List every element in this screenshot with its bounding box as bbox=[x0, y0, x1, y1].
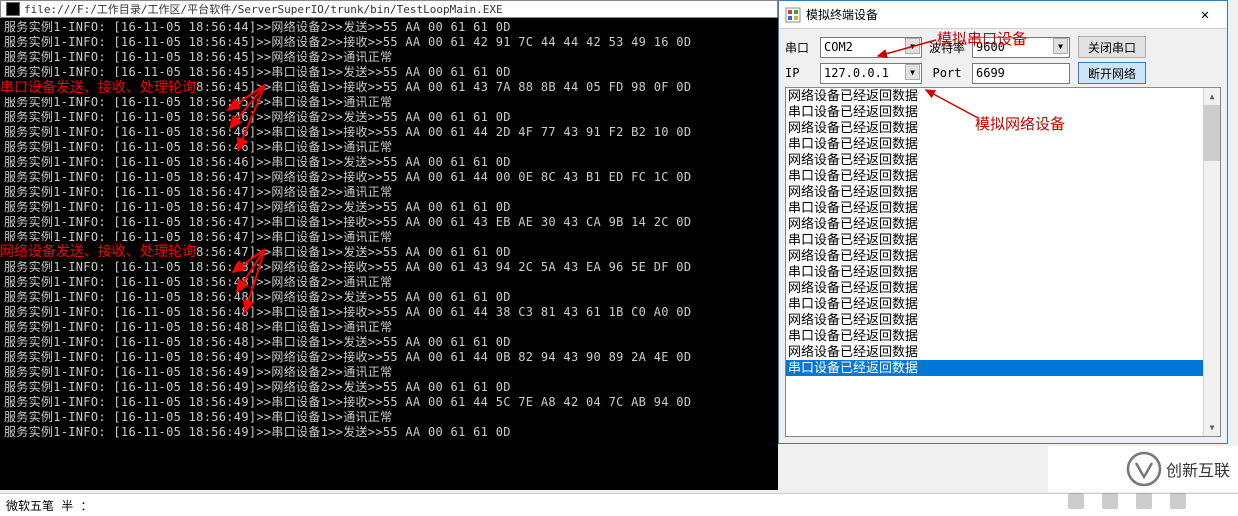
console-line: 服务实例1-INFO: [16-11-05 18:56:49]>>网络设备2>>… bbox=[4, 350, 774, 365]
console-line: 服务实例1-INFO: [16-11-05 18:56:46]>>串口设备1>>… bbox=[4, 140, 774, 155]
tray-icon[interactable] bbox=[1068, 493, 1084, 509]
dialog-titlebar[interactable]: 模拟终端设备 ✕ bbox=[779, 1, 1227, 29]
list-item[interactable]: 串口设备已经返回数据 bbox=[786, 200, 1203, 216]
console-line: 服务实例1-INFO: [16-11-05 18:56:45]>>串口设备1>>… bbox=[4, 95, 774, 110]
scroll-down-icon[interactable]: ▼ bbox=[1204, 419, 1220, 436]
list-item[interactable]: 网络设备已经返回数据 bbox=[786, 248, 1203, 264]
list-item[interactable]: 串口设备已经返回数据 bbox=[786, 264, 1203, 280]
list-item[interactable]: 串口设备已经返回数据 bbox=[786, 168, 1203, 184]
list-item[interactable]: 串口设备已经返回数据 bbox=[786, 328, 1203, 344]
console-line: 服务实例1-INFO: [16-11-05 18:56:45]>>网络设备2>>… bbox=[4, 50, 774, 65]
console-line: 服务实例1-INFO: [16-11-05 18:56:49]>>串口设备1>>… bbox=[4, 425, 774, 440]
tray-icon[interactable] bbox=[1170, 493, 1186, 509]
serial-port-dropdown[interactable] bbox=[820, 37, 922, 58]
console-line: 服务实例1-INFO: [16-11-05 18:56:48]>>串口设备1>>… bbox=[4, 320, 774, 335]
list-content[interactable]: 网络设备已经返回数据串口设备已经返回数据网络设备已经返回数据串口设备已经返回数据… bbox=[786, 88, 1203, 436]
scroll-up-icon[interactable]: ▲ bbox=[1204, 88, 1220, 105]
close-serial-button[interactable]: 关闭串口 bbox=[1078, 36, 1146, 58]
console-titlebar[interactable]: file:///F:/工作目录/工作区/平台软件/ServerSuperIO/t… bbox=[0, 0, 778, 18]
list-item[interactable]: 网络设备已经返回数据 bbox=[786, 184, 1203, 200]
list-item[interactable]: 网络设备已经返回数据 bbox=[786, 312, 1203, 328]
logo-icon bbox=[1126, 451, 1162, 487]
console-line: 服务实例1-INFO: [16-11-05 18:56:49]>>串口设备1>>… bbox=[4, 410, 774, 425]
console-title: file:///F:/工作目录/工作区/平台软件/ServerSuperIO/t… bbox=[24, 1, 503, 17]
exe-icon bbox=[6, 2, 20, 16]
console-line: 服务实例1-INFO: [16-11-05 18:56:46]>>网络设备2>>… bbox=[4, 110, 774, 125]
list-item[interactable]: 串口设备已经返回数据 bbox=[786, 232, 1203, 248]
list-item[interactable]: 网络设备已经返回数据 bbox=[786, 152, 1203, 168]
tray-icon[interactable] bbox=[1102, 493, 1118, 509]
list-item[interactable]: 网络设备已经返回数据 bbox=[786, 88, 1203, 104]
console-line: 服务实例1-INFO: [16-11-05 18:56:45]>>网络设备2>>… bbox=[4, 35, 774, 50]
list-item[interactable]: 串口设备已经返回数据 bbox=[786, 360, 1203, 376]
console-line: 服务实例1-INFO: [16-11-05 18:56:48]>>网络设备2>>… bbox=[4, 290, 774, 305]
console-line: 服务实例1-INFO: [16-11-05 18:56:47]>>网络设备2>>… bbox=[4, 185, 774, 200]
anno-serial-device: 模拟串口设备 bbox=[937, 28, 1027, 49]
console-line: 服务实例1-INFO: [16-11-05 18:56:49]>>网络设备2>>… bbox=[4, 365, 774, 380]
console-line: 服务实例1-INFO: [16-11-05 18:56:46]>>串口设备1>>… bbox=[4, 155, 774, 170]
overlay-network-annotation: 网络设备发送、接收、处理轮询 bbox=[0, 241, 196, 261]
dialog-app-icon bbox=[785, 7, 801, 23]
console-line: 服务实例1-INFO: [16-11-05 18:56:46]>>串口设备1>>… bbox=[4, 125, 774, 140]
list-item[interactable]: 网络设备已经返回数据 bbox=[786, 344, 1203, 360]
scroll-track[interactable] bbox=[1204, 105, 1220, 419]
scroll-thumb[interactable] bbox=[1204, 105, 1220, 161]
console-line: 服务实例1-INFO: [16-11-05 18:56:47]>>网络设备2>>… bbox=[4, 170, 774, 185]
statusbar: 微软五笔 半 ： bbox=[0, 493, 1238, 516]
console-line: 服务实例1-INFO: [16-11-05 18:56:49]>>串口设备1>>… bbox=[4, 395, 774, 410]
console-line: 服务实例1-INFO: [16-11-05 18:56:48]>>网络设备2>>… bbox=[4, 260, 774, 275]
overlay-serial-annotation: 串口设备发送、接收、处理轮询 bbox=[0, 77, 196, 97]
port-label: Port bbox=[923, 66, 971, 80]
anno-network-device: 模拟网络设备 bbox=[975, 113, 1065, 134]
tray-icons bbox=[1068, 493, 1238, 515]
list-item[interactable]: 网络设备已经返回数据 bbox=[786, 280, 1203, 296]
console-line: 服务实例1-INFO: [16-11-05 18:56:48]>>网络设备2>>… bbox=[4, 275, 774, 290]
serial-label: 串口 bbox=[785, 39, 819, 56]
response-list: 网络设备已经返回数据串口设备已经返回数据网络设备已经返回数据串口设备已经返回数据… bbox=[785, 87, 1221, 437]
list-scrollbar[interactable]: ▲ ▼ bbox=[1203, 88, 1220, 436]
console-line: 服务实例1-INFO: [16-11-05 18:56:47]>>串口设备1>>… bbox=[4, 215, 774, 230]
tray-icon[interactable] bbox=[1136, 493, 1152, 509]
list-item[interactable]: 串口设备已经返回数据 bbox=[786, 136, 1203, 152]
console-line: 服务实例1-INFO: [16-11-05 18:56:48]>>串口设备1>>… bbox=[4, 305, 774, 320]
console-line: 服务实例1-INFO: [16-11-05 18:56:49]>>网络设备2>>… bbox=[4, 380, 774, 395]
console-line: 服务实例1-INFO: [16-11-05 18:56:47]>>网络设备2>>… bbox=[4, 200, 774, 215]
dialog-window: 模拟终端设备 ✕ 串口 ▼ 波特率 ▼ 关闭串口 IP ▼ Port bbox=[778, 0, 1228, 444]
port-input[interactable] bbox=[972, 63, 1070, 84]
ime-status: 微软五笔 半 ： bbox=[6, 497, 92, 514]
close-button[interactable]: ✕ bbox=[1183, 2, 1227, 28]
ip-label: IP bbox=[785, 66, 819, 80]
list-item[interactable]: 串口设备已经返回数据 bbox=[786, 296, 1203, 312]
ip-dropdown[interactable] bbox=[820, 63, 922, 84]
disconnect-button[interactable]: 断开网络 bbox=[1078, 62, 1146, 84]
logo-text: 创新互联 bbox=[1166, 457, 1230, 481]
console-line: 服务实例1-INFO: [16-11-05 18:56:44]>>网络设备2>>… bbox=[4, 20, 774, 35]
list-item[interactable]: 网络设备已经返回数据 bbox=[786, 216, 1203, 232]
logo-area: 创新互联 bbox=[1048, 446, 1238, 492]
dialog-title: 模拟终端设备 bbox=[806, 6, 1183, 23]
console-line: 服务实例1-INFO: [16-11-05 18:56:48]>>串口设备1>>… bbox=[4, 335, 774, 350]
